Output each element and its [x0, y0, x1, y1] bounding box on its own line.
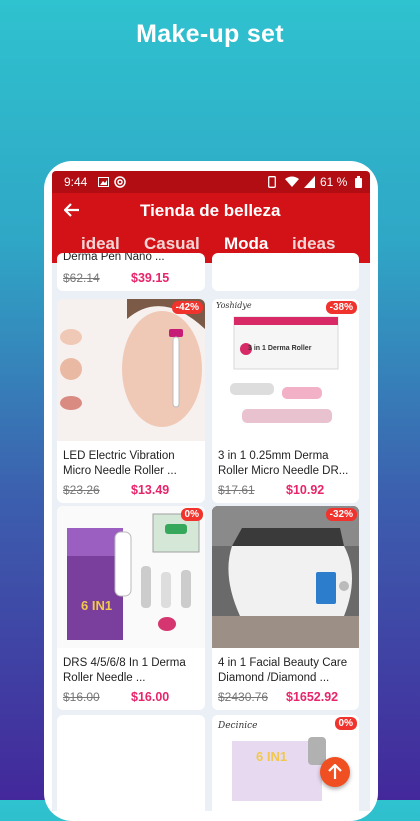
product-image [57, 506, 205, 648]
battery-icon [355, 176, 362, 188]
phone-icon [268, 176, 276, 188]
package-label: 3 in 1 Derma Roller [248, 345, 312, 352]
product-card[interactable] [212, 253, 359, 291]
sale-price: $16.00 [131, 690, 170, 704]
arrow-up-icon [328, 764, 342, 779]
product-card[interactable]: -32% 4 in 1 Facial Beauty Care Diamond /… [212, 506, 359, 710]
arrow-left-icon[interactable] [64, 203, 80, 217]
product-title: LED Electric Vibration Micro Needle Roll… [63, 450, 177, 477]
product-card[interactable]: Yoshidye 3 in 1 Derma Roller -38% 3 in 1… [212, 299, 359, 503]
original-price: $17.61 [218, 483, 255, 497]
product-title: 4 in 1 Facial Beauty Care Diamond /Diamo… [218, 657, 348, 684]
discount-badge: -32% [325, 508, 357, 521]
original-price: $16.00 [63, 690, 100, 704]
product-card[interactable]: 6 IN1 0% DRS 4/5/6/8 In 1 Derma Roller N… [57, 506, 205, 710]
sale-price: $39.15 [131, 271, 170, 285]
brand-logo: Yoshidye [216, 301, 252, 310]
product-grid: Derma Pen Nano ... $62.14 $39.15 -42% LE… [52, 253, 370, 811]
product-card[interactable] [57, 715, 205, 811]
product-image [212, 299, 359, 441]
tab-ideas[interactable]: ideas [292, 234, 335, 254]
brand-logo: Decinice [218, 721, 258, 731]
sale-price: $13.49 [131, 483, 170, 497]
package-label: 6 IN1 [256, 749, 288, 764]
app-screen: 9:44 61 % Tienda de belleza ideal Casual… [52, 171, 370, 811]
status-bar: 9:44 61 % [52, 171, 370, 193]
image-notification-icon [98, 177, 109, 187]
product-image [57, 299, 205, 441]
sale-price: $1652.92 [286, 690, 339, 704]
product-card[interactable]: -42% LED Electric Vibration Micro Needle… [57, 299, 205, 503]
battery-level: 61 % [320, 175, 348, 189]
page-title: Tienda de belleza [140, 201, 281, 220]
app-bar: Tienda de belleza [52, 193, 370, 228]
headline: Make-up set [136, 20, 284, 48]
discount-badge: -38% [325, 301, 357, 314]
scroll-top-button[interactable] [320, 757, 350, 787]
signal-icon [304, 176, 315, 188]
product-title: 3 in 1 0.25mm Derma Roller Micro Needle … [218, 450, 349, 477]
product-title: DRS 4/5/6/8 In 1 Derma Roller Needle ... [63, 657, 186, 684]
original-price: $62.14 [63, 271, 100, 285]
sale-price: $10.92 [286, 483, 325, 497]
product-card[interactable]: Derma Pen Nano ... $62.14 $39.15 [57, 253, 205, 291]
product-image [212, 506, 359, 648]
at-notification-icon [114, 176, 126, 188]
discount-badge: -42% [171, 301, 203, 314]
package-label: 6 IN1 [81, 598, 113, 613]
wifi-icon [285, 176, 299, 187]
original-price: $23.26 [63, 483, 100, 497]
discount-badge: 0% [180, 508, 203, 521]
tab-moda[interactable]: Moda [224, 234, 268, 254]
status-time: 9:44 [64, 175, 88, 189]
phone-frame: 9:44 61 % Tienda de belleza ideal Casual… [44, 161, 378, 821]
tab-casual[interactable]: Casual [144, 234, 200, 254]
discount-badge: 0% [334, 717, 357, 730]
tab-ideal[interactable]: ideal [81, 234, 120, 254]
original-price: $2430.76 [218, 690, 269, 704]
product-title: Derma Pen Nano ... [63, 253, 165, 263]
